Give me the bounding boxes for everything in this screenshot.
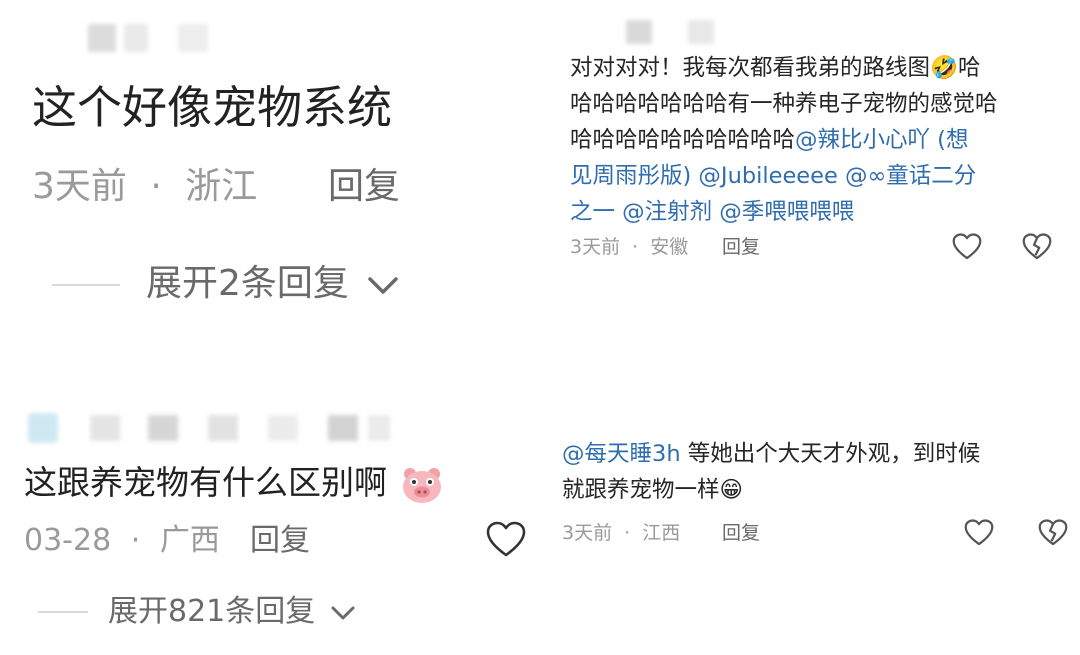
comment-line: 就跟养宠物一样😁 [562, 472, 980, 508]
chevron-down-icon [329, 603, 357, 623]
comment-meta: 03-28 · 广西 [24, 521, 220, 561]
pig-face-emoji [400, 465, 444, 505]
comment-line: 这跟养宠物有什么区别啊 [24, 461, 444, 505]
mention-link[interactable]: 之一 @注射剂 @季喂喂喂喂 [570, 199, 854, 225]
comment-card-top-right: 对对对对！我每次都看我弟的路线图🤣哈 哈哈哈哈哈哈哈有一种养电子宠物的感觉哈 哈哈哈… [548, 0, 1080, 300]
like-button[interactable] [952, 233, 982, 261]
comment-body: 对对对对！我每次都看我弟的路线图🤣哈 哈哈哈哈哈哈哈有一种养电子宠物的感觉哈 哈哈哈… [570, 50, 998, 230]
comment-body: @每天睡3h 等她出个大天才外观，到时候 就跟养宠物一样😁 [562, 436, 980, 508]
comment-card-bottom-right: @每天睡3h 等她出个大天才外观，到时候 就跟养宠物一样😁 3天前 · 江西 回复 [548, 420, 1080, 620]
dislike-button[interactable] [1038, 519, 1068, 547]
mention-link[interactable]: 见周雨彤版) @Jubileeeee @∞童话二分 [570, 163, 976, 189]
comment-line: 之一 @注射剂 @季喂喂喂喂 [570, 194, 998, 230]
heart-outline-icon [952, 233, 982, 261]
comment-meta: 3天前 · 安徽 [570, 232, 688, 262]
reply-button[interactable]: 回复 [722, 232, 760, 262]
broken-heart-icon [1022, 233, 1052, 261]
expand-divider [52, 284, 120, 286]
comment-text-segment: 哈哈哈哈哈哈哈哈哈哈 [570, 127, 796, 153]
expand-replies-button[interactable]: 展开821条回复 [108, 593, 357, 631]
comment-line: 见周雨彤版) @Jubileeeee @∞童话二分 [570, 158, 998, 194]
comment-line: 对对对对！我每次都看我弟的路线图🤣哈 [570, 50, 998, 86]
comment-text-segment: 哈哈哈哈哈哈哈有一种养电子宠物的感觉哈 [570, 91, 998, 117]
comment-line: 哈哈哈哈哈哈哈有一种养电子宠物的感觉哈 [570, 86, 998, 122]
meta-separator: · [624, 522, 631, 544]
emoji: 😁 [719, 477, 743, 503]
comment-text-segment: 就跟养宠物一样 [562, 477, 720, 503]
broken-heart-icon [1038, 519, 1068, 547]
comment-text-segment: 对对对对！我每次都看我弟的路线图 [570, 55, 931, 81]
dislike-button[interactable] [1022, 233, 1052, 261]
expand-replies-button[interactable]: 展开2条回复 [146, 262, 400, 306]
comment-meta: 3天前 · 江西 [562, 518, 680, 548]
like-button[interactable] [964, 519, 994, 547]
comment-location: 广西 [159, 523, 220, 558]
chevron-down-icon [366, 273, 400, 297]
meta-separator: · [632, 236, 639, 258]
comment-meta: 3天前 · 浙江 [32, 165, 257, 209]
comment-line: @每天睡3h 等她出个大天才外观，到时候 [562, 436, 980, 472]
comment-card-bottom-left: 这跟养宠物有什么区别啊 03-28 · 广西 回复 展开821条回复 [0, 395, 540, 655]
meta-separator: · [150, 166, 162, 207]
expand-replies-label: 展开821条回复 [108, 594, 316, 629]
mention-link[interactable]: @每天睡3h [562, 441, 681, 467]
comment-time: 3天前 [32, 166, 127, 207]
reply-button[interactable]: 回复 [722, 518, 760, 548]
comment-text-segment: 等她出个大天才外观，到时候 [680, 441, 981, 467]
expand-replies-label: 展开2条回复 [146, 263, 349, 304]
comment-location: 浙江 [185, 166, 258, 207]
reply-button[interactable]: 回复 [250, 521, 310, 561]
comment-location: 江西 [642, 522, 681, 544]
comment-time: 03-28 [24, 523, 112, 558]
like-button[interactable] [486, 521, 526, 559]
heart-outline-icon [964, 519, 994, 547]
comment-location: 安徽 [650, 236, 689, 258]
heart-outline-icon [486, 521, 526, 559]
comment-text-segment: 哈 [958, 55, 981, 81]
comment-card-top-left: 这个好像宠物系统 3天前 · 浙江 回复 展开2条回复 [0, 0, 540, 380]
comment-time: 3天前 [562, 522, 613, 544]
meta-separator: · [130, 523, 141, 558]
mention-link[interactable]: @辣比小心吖 (想 [795, 127, 968, 153]
reply-button[interactable]: 回复 [328, 165, 400, 209]
comment-time: 3天前 [570, 236, 621, 258]
comment-text: 这个好像宠物系统 [32, 81, 393, 134]
expand-divider [38, 611, 88, 613]
comment-text: 这跟养宠物有什么区别啊 [24, 463, 387, 502]
emoji: 🤣 [930, 55, 959, 81]
comment-line: 哈哈哈哈哈哈哈哈哈哈@辣比小心吖 (想 [570, 122, 998, 158]
